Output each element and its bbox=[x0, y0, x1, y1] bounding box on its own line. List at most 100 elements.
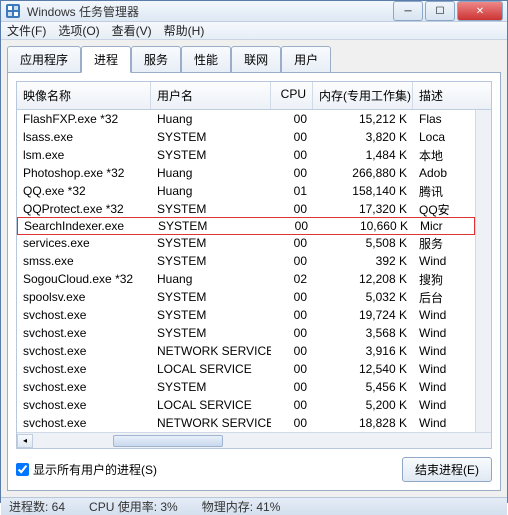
table-row[interactable]: lsass.exeSYSTEM003,820 KLoca bbox=[17, 128, 475, 146]
horizontal-scrollbar[interactable]: ◂ bbox=[17, 432, 491, 448]
table-row[interactable]: QQProtect.exe *32SYSTEM0017,320 KQQ安 bbox=[17, 200, 475, 218]
cell-memory: 3,916 K bbox=[313, 343, 413, 359]
cell-image-name: smss.exe bbox=[17, 253, 151, 269]
cell-cpu: 00 bbox=[271, 397, 313, 413]
cell-memory: 5,456 K bbox=[313, 379, 413, 395]
cell-image-name: Photoshop.exe *32 bbox=[17, 165, 151, 181]
cell-cpu: 00 bbox=[271, 415, 313, 431]
table-body[interactable]: FlashFXP.exe *32Huang0015,212 KFlaslsass… bbox=[17, 110, 475, 432]
tab-services[interactable]: 服务 bbox=[131, 46, 181, 73]
table-row[interactable]: smss.exeSYSTEM00392 KWind bbox=[17, 252, 475, 270]
cell-image-name: SearchIndexer.exe bbox=[18, 218, 152, 234]
cell-desc: 服务 bbox=[413, 234, 463, 253]
cell-image-name: svchost.exe bbox=[17, 415, 151, 431]
cell-user: LOCAL SERVICE bbox=[151, 397, 271, 413]
cell-user: NETWORK SERVICE bbox=[151, 415, 271, 431]
table-row[interactable]: svchost.exeLOCAL SERVICE0012,540 KWind bbox=[17, 360, 475, 378]
table-row[interactable]: Photoshop.exe *32Huang00266,880 KAdob bbox=[17, 164, 475, 182]
cell-user: NETWORK SERVICE bbox=[151, 343, 271, 359]
cell-image-name: svchost.exe bbox=[17, 325, 151, 341]
cell-user: SYSTEM bbox=[151, 253, 271, 269]
col-user[interactable]: 用户名 bbox=[151, 82, 271, 109]
cell-desc: Micr bbox=[414, 218, 464, 234]
panel-bottom: 显示所有用户的进程(S) 结束进程(E) bbox=[16, 457, 492, 482]
close-button[interactable]: ✕ bbox=[457, 1, 503, 21]
minimize-button[interactable]: ─ bbox=[393, 1, 423, 21]
cell-desc: Wind bbox=[413, 253, 463, 269]
cell-cpu: 00 bbox=[271, 307, 313, 323]
task-manager-window: Windows 任务管理器 ─ ☐ ✕ 文件(F) 选项(O) 查看(V) 帮助… bbox=[0, 0, 508, 503]
table-row[interactable]: SearchIndexer.exeSYSTEM0010,660 KMicr bbox=[17, 217, 475, 235]
cell-cpu: 00 bbox=[271, 361, 313, 377]
menu-options[interactable]: 选项(O) bbox=[58, 22, 99, 39]
table-row[interactable]: svchost.exeSYSTEM003,568 KWind bbox=[17, 324, 475, 342]
col-description[interactable]: 描述 bbox=[413, 82, 463, 109]
cell-user: SYSTEM bbox=[151, 147, 271, 163]
table-row[interactable]: svchost.exeNETWORK SERVICE003,916 KWind bbox=[17, 342, 475, 360]
cell-desc: 后台 bbox=[413, 288, 463, 307]
tab-users[interactable]: 用户 bbox=[281, 46, 331, 73]
scroll-thumb[interactable] bbox=[113, 435, 223, 447]
table-row[interactable]: svchost.exeLOCAL SERVICE005,200 KWind bbox=[17, 396, 475, 414]
cell-user: SYSTEM bbox=[151, 235, 271, 251]
menu-view[interactable]: 查看(V) bbox=[112, 22, 152, 39]
cell-image-name: services.exe bbox=[17, 235, 151, 251]
cell-memory: 3,820 K bbox=[313, 129, 413, 145]
cell-desc: Wind bbox=[413, 343, 463, 359]
cell-desc: Wind bbox=[413, 415, 463, 431]
table-row[interactable]: services.exeSYSTEM005,508 K服务 bbox=[17, 234, 475, 252]
cell-cpu: 00 bbox=[271, 325, 313, 341]
cell-user: SYSTEM bbox=[151, 289, 271, 305]
col-memory[interactable]: 内存(专用工作集) bbox=[313, 82, 413, 109]
cell-cpu: 00 bbox=[271, 165, 313, 181]
cell-desc: Wind bbox=[413, 307, 463, 323]
window-controls: ─ ☐ ✕ bbox=[391, 1, 503, 21]
maximize-button[interactable]: ☐ bbox=[425, 1, 455, 21]
cell-memory: 18,828 K bbox=[313, 415, 413, 431]
cell-memory: 17,320 K bbox=[313, 201, 413, 217]
scroll-left-icon[interactable]: ◂ bbox=[17, 434, 33, 448]
cell-memory: 12,208 K bbox=[313, 271, 413, 287]
cell-image-name: QQProtect.exe *32 bbox=[17, 201, 151, 217]
vertical-scrollbar[interactable] bbox=[475, 110, 491, 432]
cell-desc: Wind bbox=[413, 325, 463, 341]
table-row[interactable]: svchost.exeNETWORK SERVICE0018,828 KWind bbox=[17, 414, 475, 432]
tab-networking[interactable]: 联网 bbox=[231, 46, 281, 73]
cell-image-name: lsass.exe bbox=[17, 129, 151, 145]
menu-help[interactable]: 帮助(H) bbox=[164, 22, 205, 39]
menu-file[interactable]: 文件(F) bbox=[7, 22, 46, 39]
cell-user: LOCAL SERVICE bbox=[151, 361, 271, 377]
cell-cpu: 00 bbox=[271, 111, 313, 127]
cell-user: SYSTEM bbox=[151, 201, 271, 217]
cell-cpu: 00 bbox=[271, 253, 313, 269]
table-row[interactable]: spoolsv.exeSYSTEM005,032 K后台 bbox=[17, 288, 475, 306]
cell-user: Huang bbox=[151, 165, 271, 181]
status-phys-mem: 物理内存: 41% bbox=[202, 498, 281, 515]
cell-user: Huang bbox=[151, 183, 271, 199]
cell-cpu: 00 bbox=[271, 201, 313, 217]
tab-performance[interactable]: 性能 bbox=[181, 46, 231, 73]
table-header: 映像名称 用户名 CPU 内存(专用工作集) 描述 bbox=[17, 82, 491, 110]
table-row[interactable]: FlashFXP.exe *32Huang0015,212 KFlas bbox=[17, 110, 475, 128]
checkbox-input[interactable] bbox=[16, 463, 29, 476]
show-all-users-checkbox[interactable]: 显示所有用户的进程(S) bbox=[16, 461, 157, 478]
table-row[interactable]: lsm.exeSYSTEM001,484 K本地 bbox=[17, 146, 475, 164]
end-process-button[interactable]: 结束进程(E) bbox=[402, 457, 492, 482]
status-process-count: 进程数: 64 bbox=[9, 498, 65, 515]
cell-desc: Wind bbox=[413, 379, 463, 395]
col-image-name[interactable]: 映像名称 bbox=[17, 82, 151, 109]
process-table: 映像名称 用户名 CPU 内存(专用工作集) 描述 FlashFXP.exe *… bbox=[16, 81, 492, 449]
titlebar[interactable]: Windows 任务管理器 ─ ☐ ✕ bbox=[1, 1, 507, 22]
table-row[interactable]: QQ.exe *32Huang01158,140 K腾讯 bbox=[17, 182, 475, 200]
cell-cpu: 00 bbox=[271, 343, 313, 359]
tab-applications[interactable]: 应用程序 bbox=[7, 46, 81, 73]
table-row[interactable]: SogouCloud.exe *32Huang0212,208 K搜狗 bbox=[17, 270, 475, 288]
cell-cpu: 00 bbox=[271, 379, 313, 395]
cell-memory: 3,568 K bbox=[313, 325, 413, 341]
tab-processes[interactable]: 进程 bbox=[81, 46, 131, 73]
table-row[interactable]: svchost.exeSYSTEM0019,724 KWind bbox=[17, 306, 475, 324]
table-row[interactable]: svchost.exeSYSTEM005,456 KWind bbox=[17, 378, 475, 396]
cell-memory: 5,032 K bbox=[313, 289, 413, 305]
col-cpu[interactable]: CPU bbox=[271, 82, 313, 109]
cell-desc: Flas bbox=[413, 111, 463, 127]
